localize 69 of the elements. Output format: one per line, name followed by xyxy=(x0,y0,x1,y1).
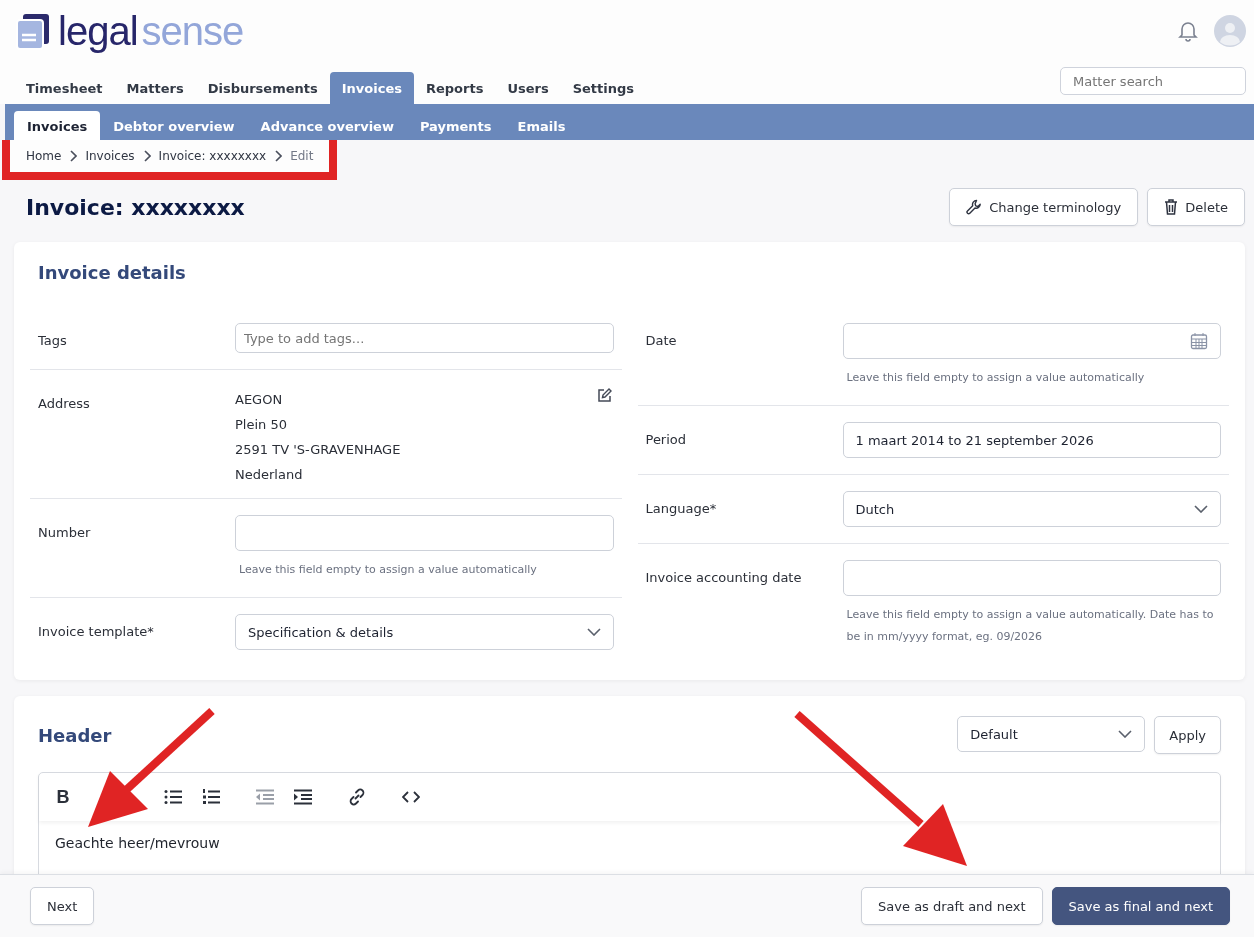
page-title: Invoice: xxxxxxxx xyxy=(26,194,245,220)
breadcrumb-link[interactable]: Invoice: xxxxxxxx xyxy=(158,149,267,163)
breadcrumb-link[interactable]: Invoices xyxy=(85,149,135,163)
subnav-tab[interactable]: Payments xyxy=(406,111,505,140)
nav-tab[interactable]: Timesheet xyxy=(14,72,115,104)
footer-button[interactable]: Save as final and next xyxy=(1051,887,1230,925)
chevron-down-icon xyxy=(586,628,601,636)
nav-tab[interactable]: Invoices xyxy=(329,72,414,104)
nav-tab[interactable]: Users xyxy=(495,72,561,104)
subnav-tab[interactable]: Invoices xyxy=(14,111,101,140)
date-field[interactable] xyxy=(842,323,1221,359)
nav-tab[interactable]: Settings xyxy=(560,72,647,104)
subnav-tab[interactable]: Advance overview xyxy=(247,111,407,140)
address-line: Nederland xyxy=(235,467,303,482)
footer-button[interactable]: Save as draft and next xyxy=(861,887,1043,925)
field-hint: Leave this field empty to assign a value automatically xyxy=(845,370,1146,386)
outdent-icon xyxy=(256,789,274,805)
field-hint: Leave this field empty to assign a value automatically xyxy=(238,562,538,578)
breadcrumb-link[interactable]: Home xyxy=(26,149,62,163)
field-label: Language* xyxy=(645,500,718,518)
search-field[interactable]: Matter search xyxy=(1060,67,1246,95)
template-select[interactable]: Default xyxy=(957,716,1146,752)
breadcrumb-link[interactable]: Edit xyxy=(290,149,314,163)
editor-text[interactable]: Geachte heer/mevrouw xyxy=(55,835,1204,851)
field-label: Period xyxy=(645,431,688,449)
logo: legalsense xyxy=(14,8,244,54)
bold-button[interactable]: B xyxy=(49,781,77,813)
bullet-list-icon xyxy=(164,789,182,805)
field-label: Date xyxy=(645,332,678,350)
wrench-icon xyxy=(966,199,983,215)
section-title: Invoice details xyxy=(38,262,187,283)
nav-tab[interactable]: Matters xyxy=(114,72,196,104)
indent-icon xyxy=(294,789,312,805)
calendar-icon[interactable] xyxy=(1190,332,1208,350)
trash-icon xyxy=(1164,199,1179,215)
select-field[interactable]: Dutch xyxy=(842,491,1221,527)
select-field[interactable]: Specification & details xyxy=(235,614,614,650)
nav-tab[interactable]: Reports xyxy=(413,72,496,104)
chevron-down-icon xyxy=(1118,730,1133,738)
section-title: Header xyxy=(38,724,112,746)
address-line: 2591 TV 'S-GRAVENHAGE xyxy=(235,442,401,457)
apply-button[interactable]: Apply xyxy=(1154,716,1221,754)
field-label: Invoice accounting date xyxy=(645,569,803,587)
nav-tab[interactable]: Disbursements xyxy=(195,72,330,104)
input-field[interactable]: 1 maart 2014 to 21 september 2026 xyxy=(842,422,1221,458)
tags-field[interactable]: Type to add tags... xyxy=(235,323,614,353)
input-field[interactable] xyxy=(235,515,614,551)
subnav-tab[interactable]: Emails xyxy=(504,111,579,140)
field-label: Number xyxy=(38,524,92,542)
input-field[interactable] xyxy=(842,560,1221,596)
action-button[interactable]: Delete xyxy=(1147,188,1245,226)
address-line: AEGON xyxy=(235,392,283,407)
field-label: Address xyxy=(38,395,91,413)
numbered-list-icon xyxy=(202,789,220,805)
chevron-icon xyxy=(274,150,283,162)
field-hint: Leave this field empty to assign a value automatically. Date has to be in mm/yyyy format, eg. 09/2026 xyxy=(845,607,1215,645)
field-label: Invoice template* xyxy=(38,623,155,641)
footer-button[interactable]: Next xyxy=(30,887,95,925)
notification-bell-icon[interactable] xyxy=(1178,20,1198,42)
chevron-down-icon xyxy=(1194,505,1208,513)
chevron-icon xyxy=(69,150,78,162)
address-line: Plein 50 xyxy=(235,417,287,432)
code-icon xyxy=(402,791,420,803)
field-label: Tags xyxy=(38,332,68,350)
action-button[interactable]: Change terminology xyxy=(949,188,1139,226)
edit-icon[interactable] xyxy=(596,388,612,403)
chevron-icon xyxy=(142,150,151,162)
subnav-tab[interactable]: Debtor overview xyxy=(100,111,248,140)
link-icon xyxy=(347,787,367,807)
